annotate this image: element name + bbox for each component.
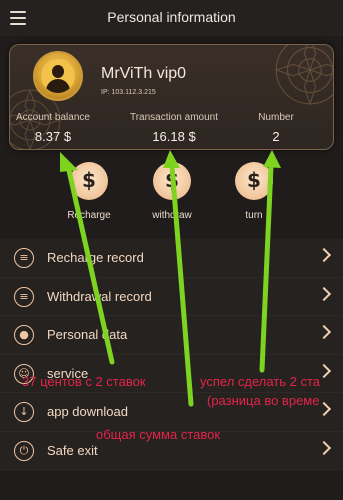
annotation-note: (разница во време bbox=[207, 393, 320, 408]
annotation-note: общая сумма ставок bbox=[96, 427, 221, 442]
withdraw-label: withdraw bbox=[152, 210, 192, 221]
menu-item-personal-data[interactable]: ● Personal data bbox=[0, 316, 343, 355]
annotation-note: 37 центов с 2 ставок bbox=[22, 374, 146, 389]
stat-value-number: 2 bbox=[272, 129, 280, 144]
withdraw-button[interactable]: $ withdraw bbox=[132, 162, 212, 221]
profile-card: MrViTh vip0 IP: 103.112.3.215 Account ba… bbox=[9, 44, 334, 150]
recharge-icon: $ bbox=[70, 162, 108, 200]
stat-label-number: Number bbox=[258, 112, 294, 123]
menu-item-label: Personal data bbox=[47, 327, 128, 342]
recharge-record-icon: ≡ bbox=[14, 248, 34, 268]
menu-item-label: app download bbox=[47, 404, 128, 419]
annotation-note: успел сделать 2 ста bbox=[200, 374, 321, 389]
recharge-label: Recharge bbox=[67, 210, 111, 221]
mandala-decoration-icon bbox=[274, 45, 333, 106]
menu-item-withdrawal-record[interactable]: ≡ Withdrawal record bbox=[0, 277, 343, 316]
stat-value-balance: 8.37 $ bbox=[34, 129, 72, 144]
username: MrViTh vip0 bbox=[101, 65, 187, 82]
stat-value-transaction: 16.18 $ bbox=[152, 129, 196, 144]
page-title: Personal information bbox=[107, 9, 236, 25]
withdraw-icon: $ bbox=[153, 162, 191, 200]
chevron-right-icon bbox=[316, 440, 332, 455]
chevron-right-icon bbox=[316, 286, 332, 301]
chevron-right-icon bbox=[316, 247, 332, 263]
turn-button[interactable]: $ turn bbox=[214, 162, 294, 221]
transfer-icon: $ bbox=[235, 162, 273, 200]
top-bar: Personal information bbox=[0, 0, 343, 36]
stat-label-transaction: Transaction amount bbox=[129, 112, 218, 123]
chevron-right-icon bbox=[316, 324, 332, 340]
download-icon: ↓ bbox=[14, 402, 34, 422]
person-icon: ● bbox=[14, 325, 34, 345]
withdrawal-record-icon: ≡ bbox=[14, 286, 34, 307]
ip-address: IP: 103.112.3.215 bbox=[101, 89, 156, 96]
menu-item-label: Safe exit bbox=[47, 442, 98, 458]
recharge-button[interactable]: $ Recharge bbox=[49, 162, 129, 221]
menu-item-label: Withdrawal record bbox=[47, 288, 152, 304]
power-icon: ⏻ bbox=[14, 440, 34, 461]
menu-item-recharge-record[interactable]: ≡ Recharge record bbox=[0, 239, 343, 278]
menu-item-label: Recharge record bbox=[47, 250, 144, 265]
quick-actions: $ Recharge $ withdraw $ turn bbox=[0, 162, 343, 232]
turn-label: turn bbox=[245, 210, 263, 221]
stat-label-balance: Account balance bbox=[16, 112, 90, 123]
user-avatar-icon[interactable] bbox=[33, 51, 83, 101]
